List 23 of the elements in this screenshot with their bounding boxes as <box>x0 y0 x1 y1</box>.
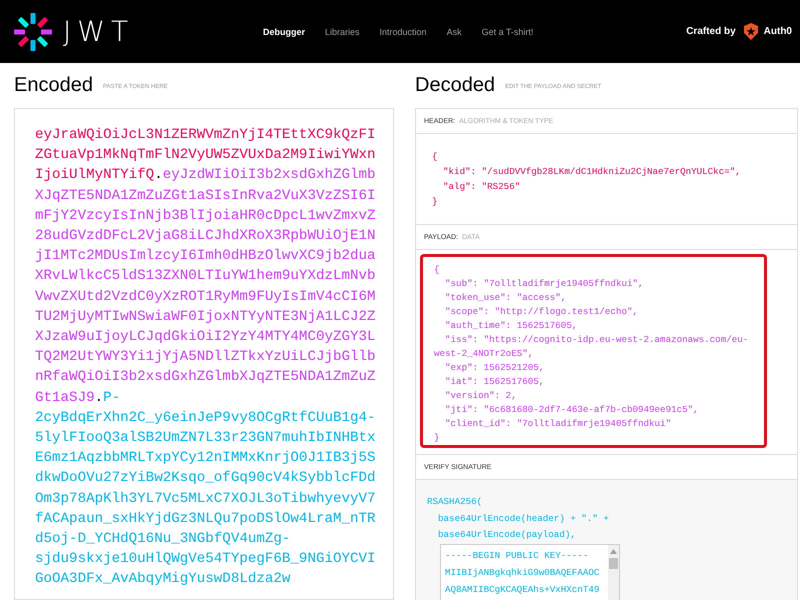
encoded-token: eyJraWQiOiJcL3N1ZERWVmZnYjI4TEttXC9kQzFI ZGtuaVp1MkNqTmFlN2VyUW5ZVUxDa2M9IiwiYWxn IjoiUlMyNTYifQ.eyJzdWIiOiI3b2xsdGxhZGlmb XJqZTE5NDA1ZmZuZGt1aSIsInRva2VuX3VzZSI6I mFjY2VzcyIsInNjb3BlIjoiaHR0cDpcL1wvZmxvZ 28udGVzdDFcL2VjaG8iLCJhdXRoX3RpbWUiOjE1N jI1MTc2MDUsImlzcyI6Imh0dHBzOlwvXC9jb2dua XRvLWlkcC5ldS13ZXN0LTIuYW1hem9uYXdzLmNvb VwvZXUtd2VzdC0yXzROT1RyMm9FUyIsImV4cCI6M TU2MjUyMTIwNSwiaWF0IjoxNTYyNTE3NjA1LCJ2Z XJzaW9uIjoyLCJqdGkiOiI2YzY4MTY4MC0yZGY3L TQ2M2UtYWY3Yi1jYjA5NDllZTkxYzUiLCJjbGllb nRfaWQiOiI3b2xsdGxhZGlmbXJqZTE5NDA1ZmZuZ Gt1aSJ9.P- 2cyBdqErXhn2C_y6einJeP9vy8OCgRtfCUuB1g4- 5lylFIooQ3alSB2UmZN7L33r23GN7muhIbINHBtx E6mz1AqzbbMRLTxpYCy12nIMMxKnrjO0J1IB3j5S dkwDoOVu27zYiBw2Ksqo_ofGq90cV4kSybblcFDd Om3p78ApKlh3YL7Vc5MLxC7XOJL3oTibwhyevyV7 fACApaun_sxHkYjdGz3NLQu7poDSlOw4LraM_nTR d5oj-D_YCHdQ16Nu_3NGbfQV4umZg- sjdu9skxje10uHlQWgVe54TYpegF6B_9NGiOYCVI GoOA3DFx_AvAbqyMigYuswD8Ldza2w <box>35 126 377 590</box>
nav-link[interactable]: Debugger <box>263 26 306 36</box>
encoded-title: Encoded <box>14 74 93 97</box>
crafted-by-text: Crafted by <box>686 26 736 37</box>
payload-json[interactable]: { "sub": "7olltladifmrje19405ffndkui", "token_use": "access", "scope": "http://flogo.test1/echo", "auth_time": 1562517605, "iss": "https://cognito-idp.eu-west-2.amazonaws.com/eu- west-2_4NOTr2oES", "exp": 1562521205, "iat": 1562517605, "version": 2, "jti": "6c681680-2df7-463e-af7b-cb0949ee91c5", "client_id": "7olltladifmrje19405ffndkui" } <box>434 263 754 445</box>
brand-text[interactable]: Auth0 <box>764 26 792 37</box>
decoded-title: Decoded <box>415 74 496 97</box>
nav-link[interactable]: Introduction <box>380 26 427 36</box>
public-key-line: AQ8AMIIBCgKCAQEAhs+VxHXcnT49 <box>445 582 600 596</box>
public-key-line: MIIBIjANBgkqhkiG9w0BAQEFAAOC <box>445 566 600 580</box>
scrollbar[interactable] <box>608 544 619 600</box>
logo-text[interactable]: JWT <box>63 15 134 48</box>
nav-link[interactable]: Libraries <box>325 26 360 36</box>
nav-link[interactable]: Ask <box>446 26 462 36</box>
shield-star-icon[interactable] <box>742 23 759 40</box>
token-input-field[interactable] <box>14 108 394 600</box>
header-json[interactable]: { "kid": "/sudDVVfgb28LKm/dC1HdkniZu2CjNae7erQnYULCkc=", "alg": "RS256" } <box>432 146 781 212</box>
public-key-line: -----BEGIN PUBLIC KEY----- <box>445 548 590 562</box>
scroll-up-arrow-icon[interactable] <box>610 548 617 554</box>
starburst-logo-icon <box>13 12 53 52</box>
signature-formula: RSASHA256( base64UrlEncode(header) + "." + base64UrlEncode(payload), <box>427 495 610 542</box>
nav-link[interactable]: Get a T-shirt! <box>482 26 534 36</box>
scroll-thumb[interactable] <box>609 558 618 568</box>
